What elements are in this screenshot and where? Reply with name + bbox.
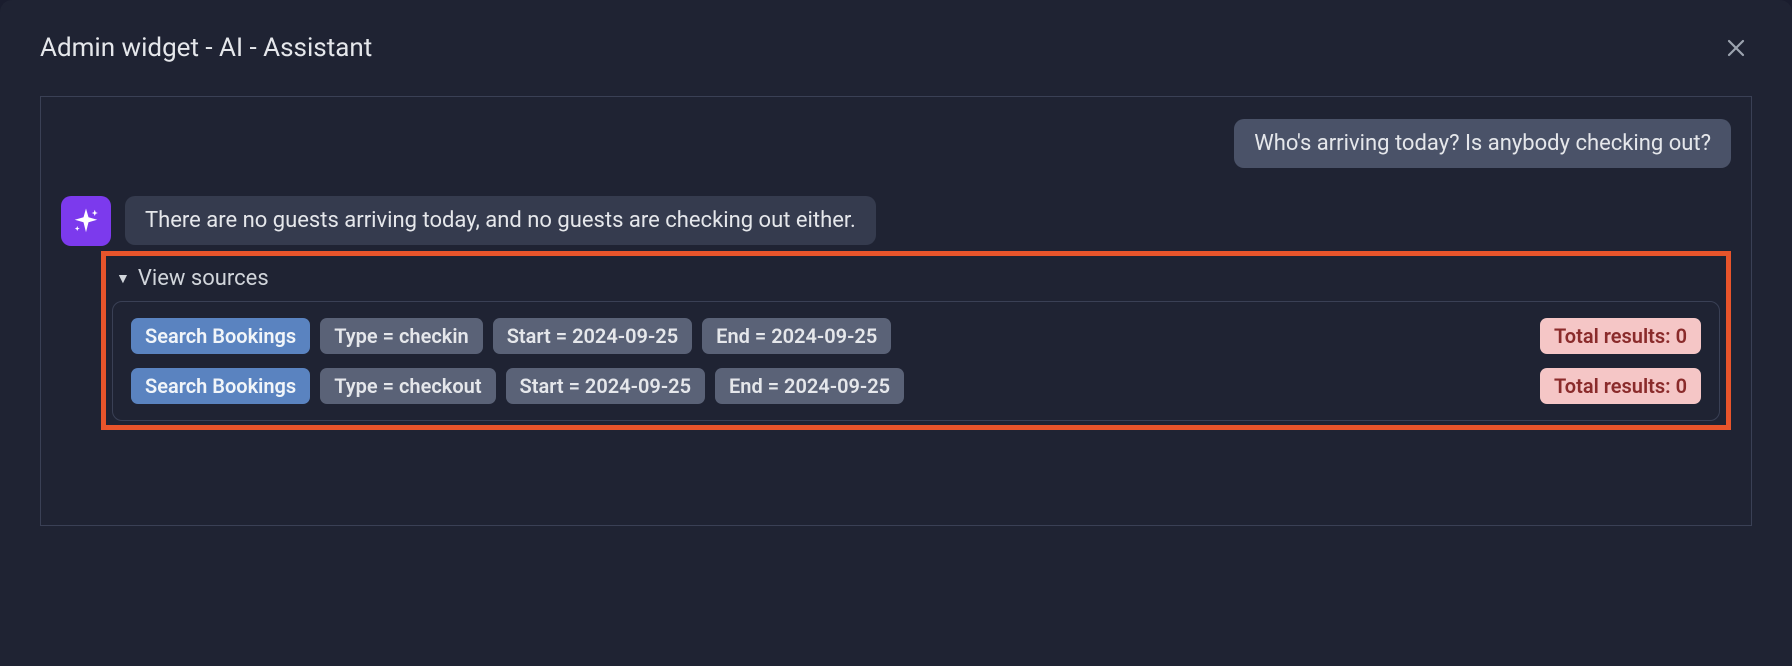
modal-body: Who's arriving today? Is anybody checkin… — [0, 96, 1792, 526]
source-result-chip: Total results: 0 — [1540, 368, 1701, 404]
source-row-left: Search Bookings Type = checkin Start = 2… — [131, 318, 1530, 354]
source-result-chip: Total results: 0 — [1540, 318, 1701, 354]
source-param-chip: End = 2024-09-25 — [715, 368, 904, 404]
close-icon — [1724, 36, 1748, 60]
sources-panel: Search Bookings Type = checkin Start = 2… — [112, 301, 1720, 421]
assistant-message: There are no guests arriving today, and … — [125, 196, 876, 245]
chat-container: Who's arriving today? Is anybody checkin… — [40, 96, 1752, 526]
user-message: Who's arriving today? Is anybody checkin… — [1234, 119, 1731, 168]
sparkle-icon — [71, 206, 101, 236]
source-action-chip[interactable]: Search Bookings — [131, 318, 310, 354]
assistant-content: There are no guests arriving today, and … — [125, 196, 1731, 251]
source-action-chip[interactable]: Search Bookings — [131, 368, 310, 404]
source-param-chip: Start = 2024-09-25 — [493, 318, 692, 354]
source-row: Search Bookings Type = checkout Start = … — [131, 368, 1701, 404]
source-param-chip: Type = checkin — [320, 318, 483, 354]
source-param-chip: Start = 2024-09-25 — [506, 368, 705, 404]
highlight-annotation: ▼ View sources Search Bookings Type = ch… — [101, 251, 1731, 430]
view-sources-label: View sources — [138, 266, 269, 291]
modal-header: Admin widget - AI - Assistant — [0, 0, 1792, 96]
assistant-row: There are no guests arriving today, and … — [61, 196, 1731, 251]
assistant-avatar — [61, 196, 111, 246]
modal-title: Admin widget - AI - Assistant — [40, 33, 372, 63]
close-button[interactable] — [1720, 32, 1752, 64]
source-row: Search Bookings Type = checkin Start = 2… — [131, 318, 1701, 354]
user-message-row: Who's arriving today? Is anybody checkin… — [61, 119, 1731, 168]
view-sources-toggle[interactable]: ▼ View sources — [112, 260, 1720, 301]
source-row-left: Search Bookings Type = checkout Start = … — [131, 368, 1530, 404]
source-param-chip: End = 2024-09-25 — [702, 318, 891, 354]
disclosure-triangle-icon: ▼ — [116, 270, 130, 287]
source-param-chip: Type = checkout — [320, 368, 495, 404]
modal: Admin widget - AI - Assistant Who's arri… — [0, 0, 1792, 666]
